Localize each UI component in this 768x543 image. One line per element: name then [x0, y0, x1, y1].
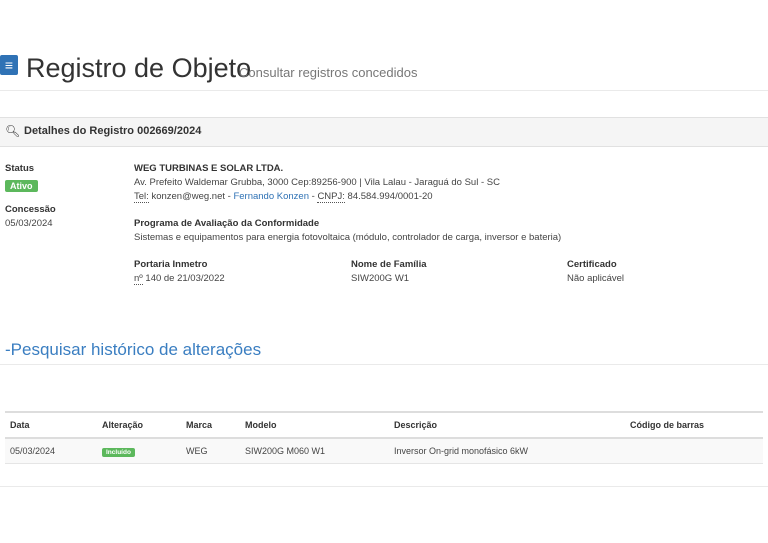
portaria-number-abbr: nº	[134, 273, 143, 285]
page-title: Registro de Objeto	[26, 53, 252, 83]
search-icon: 🔍︎	[5, 124, 21, 138]
col-header-marca: Marca	[186, 420, 213, 430]
portaria-value: 140 de 21/03/2022	[145, 273, 225, 284]
company-name: WEG TURBINAS E SOLAR LTDA.	[134, 163, 284, 174]
certificate-label: Certificado	[567, 259, 617, 270]
header-divider	[0, 90, 768, 91]
col-header-alteracao: Alteração	[102, 420, 144, 430]
family-value: SIW200G W1	[351, 273, 410, 284]
history-divider	[0, 364, 768, 365]
portaria-label: Portaria Inmetro	[134, 259, 208, 270]
concession-date: 05/03/2024	[5, 218, 53, 229]
col-header-modelo: Modelo	[245, 420, 277, 430]
history-table-header: Data Alteração Marca Modelo Descrição Có…	[5, 412, 763, 438]
company-address: Av. Prefeito Waldemar Grubba, 3000 Cep:8…	[134, 177, 500, 188]
contact-line: Tel: konzen@weg.net - Fernando Konzen - …	[134, 191, 433, 203]
menu-icon[interactable]: ≡	[0, 55, 18, 75]
concession-label: Concessão	[5, 204, 56, 215]
program-value: Sistemas e equipamentos para energia fot…	[134, 232, 562, 243]
status-label: Status	[5, 163, 35, 174]
contact-name-link[interactable]: Fernando Konzen	[233, 191, 309, 202]
certificate-value: Não aplicável	[567, 273, 625, 284]
status-badge: Ativo	[5, 180, 38, 192]
cell-descricao: Inversor On-grid monofásico 6kW	[389, 438, 625, 464]
cnpj-label: CNPJ:	[317, 191, 345, 203]
tel-label: Tel:	[134, 191, 149, 203]
history-toggle-link[interactable]: -Pesquisar histórico de alterações	[5, 340, 261, 360]
details-panel-header: 🔍︎ Detalhes do Registro 002669/2024	[0, 117, 768, 147]
details-heading: Detalhes do Registro 002669/2024	[24, 125, 202, 137]
cell-marca: WEG	[181, 438, 240, 464]
col-header-data: Data	[10, 420, 30, 430]
family-label: Nome de Família	[351, 259, 427, 270]
history-table: Data Alteração Marca Modelo Descrição Có…	[5, 411, 763, 464]
cnpj-value: 84.584.994/0001-20	[347, 191, 433, 202]
portaria-value-line: nº 140 de 21/03/2022	[134, 273, 225, 285]
cell-data: 05/03/2024	[5, 438, 97, 464]
cell-codigo	[625, 438, 763, 464]
program-label: Programa de Avaliação da Conformidade	[134, 218, 320, 229]
contact-email: konzen@weg.net	[151, 191, 225, 202]
page-subtitle: Consultar registros concedidos	[239, 65, 418, 80]
col-header-codigo: Código de barras	[630, 420, 705, 430]
col-header-descricao: Descrição	[394, 420, 438, 430]
cell-modelo: SIW200G M060 W1	[240, 438, 389, 464]
table-row: 05/03/2024 Incluído WEG SIW200G M060 W1 …	[5, 438, 763, 464]
footer-divider	[0, 486, 768, 487]
change-badge: Incluído	[102, 448, 135, 457]
